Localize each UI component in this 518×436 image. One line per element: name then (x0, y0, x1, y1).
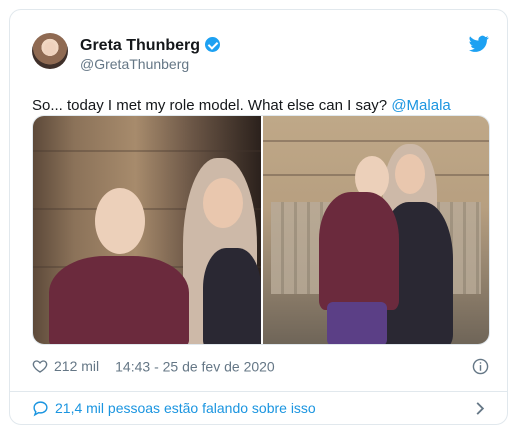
stone-line (33, 150, 261, 152)
chat-bubble-icon (33, 401, 48, 417)
photo-left[interactable] (33, 116, 261, 344)
person-body (49, 256, 189, 344)
conversation-link[interactable]: 21,4 mil pessoas estão falando sobre iss… (10, 392, 507, 425)
author-handle[interactable]: @GretaThunberg (80, 56, 189, 72)
mention-link[interactable]: @Malala (391, 97, 450, 114)
chevron-right-icon (476, 402, 485, 415)
heart-icon[interactable] (32, 358, 48, 374)
person-legs (327, 302, 387, 344)
person-face (203, 178, 243, 228)
tweet-meta: 212 mil 14:43 - 25 de fev de 2020 (32, 357, 275, 377)
person-face (395, 154, 425, 194)
tweet-body: So... today I met my role model. What el… (32, 97, 392, 114)
twitter-bird-icon[interactable] (469, 35, 489, 53)
person-face (95, 188, 145, 254)
author-display-name[interactable]: Greta Thunberg (80, 37, 200, 54)
stone-line (263, 140, 489, 142)
tweet-media[interactable] (32, 115, 490, 345)
tweet-timestamp[interactable]: 14:43 - 25 de fev de 2020 (115, 358, 275, 374)
avatar-face (44, 42, 56, 56)
avatar[interactable] (32, 33, 68, 69)
tweet-card: Greta Thunberg @GretaThunberg So... toda… (9, 9, 508, 425)
author-name-row[interactable]: Greta Thunberg (80, 36, 221, 56)
tweet-text: So... today I met my role model. What el… (32, 96, 451, 116)
like-count[interactable]: 212 mil (54, 358, 99, 374)
person-body (203, 248, 261, 344)
conversation-count-text[interactable]: 21,4 mil pessoas estão falando sobre iss… (55, 400, 316, 416)
tweet-header: Greta Thunberg @GretaThunberg (10, 10, 507, 80)
photo-right[interactable] (263, 116, 489, 344)
info-icon[interactable] (472, 358, 489, 375)
person-body (319, 192, 399, 310)
verified-badge-icon (205, 37, 221, 52)
